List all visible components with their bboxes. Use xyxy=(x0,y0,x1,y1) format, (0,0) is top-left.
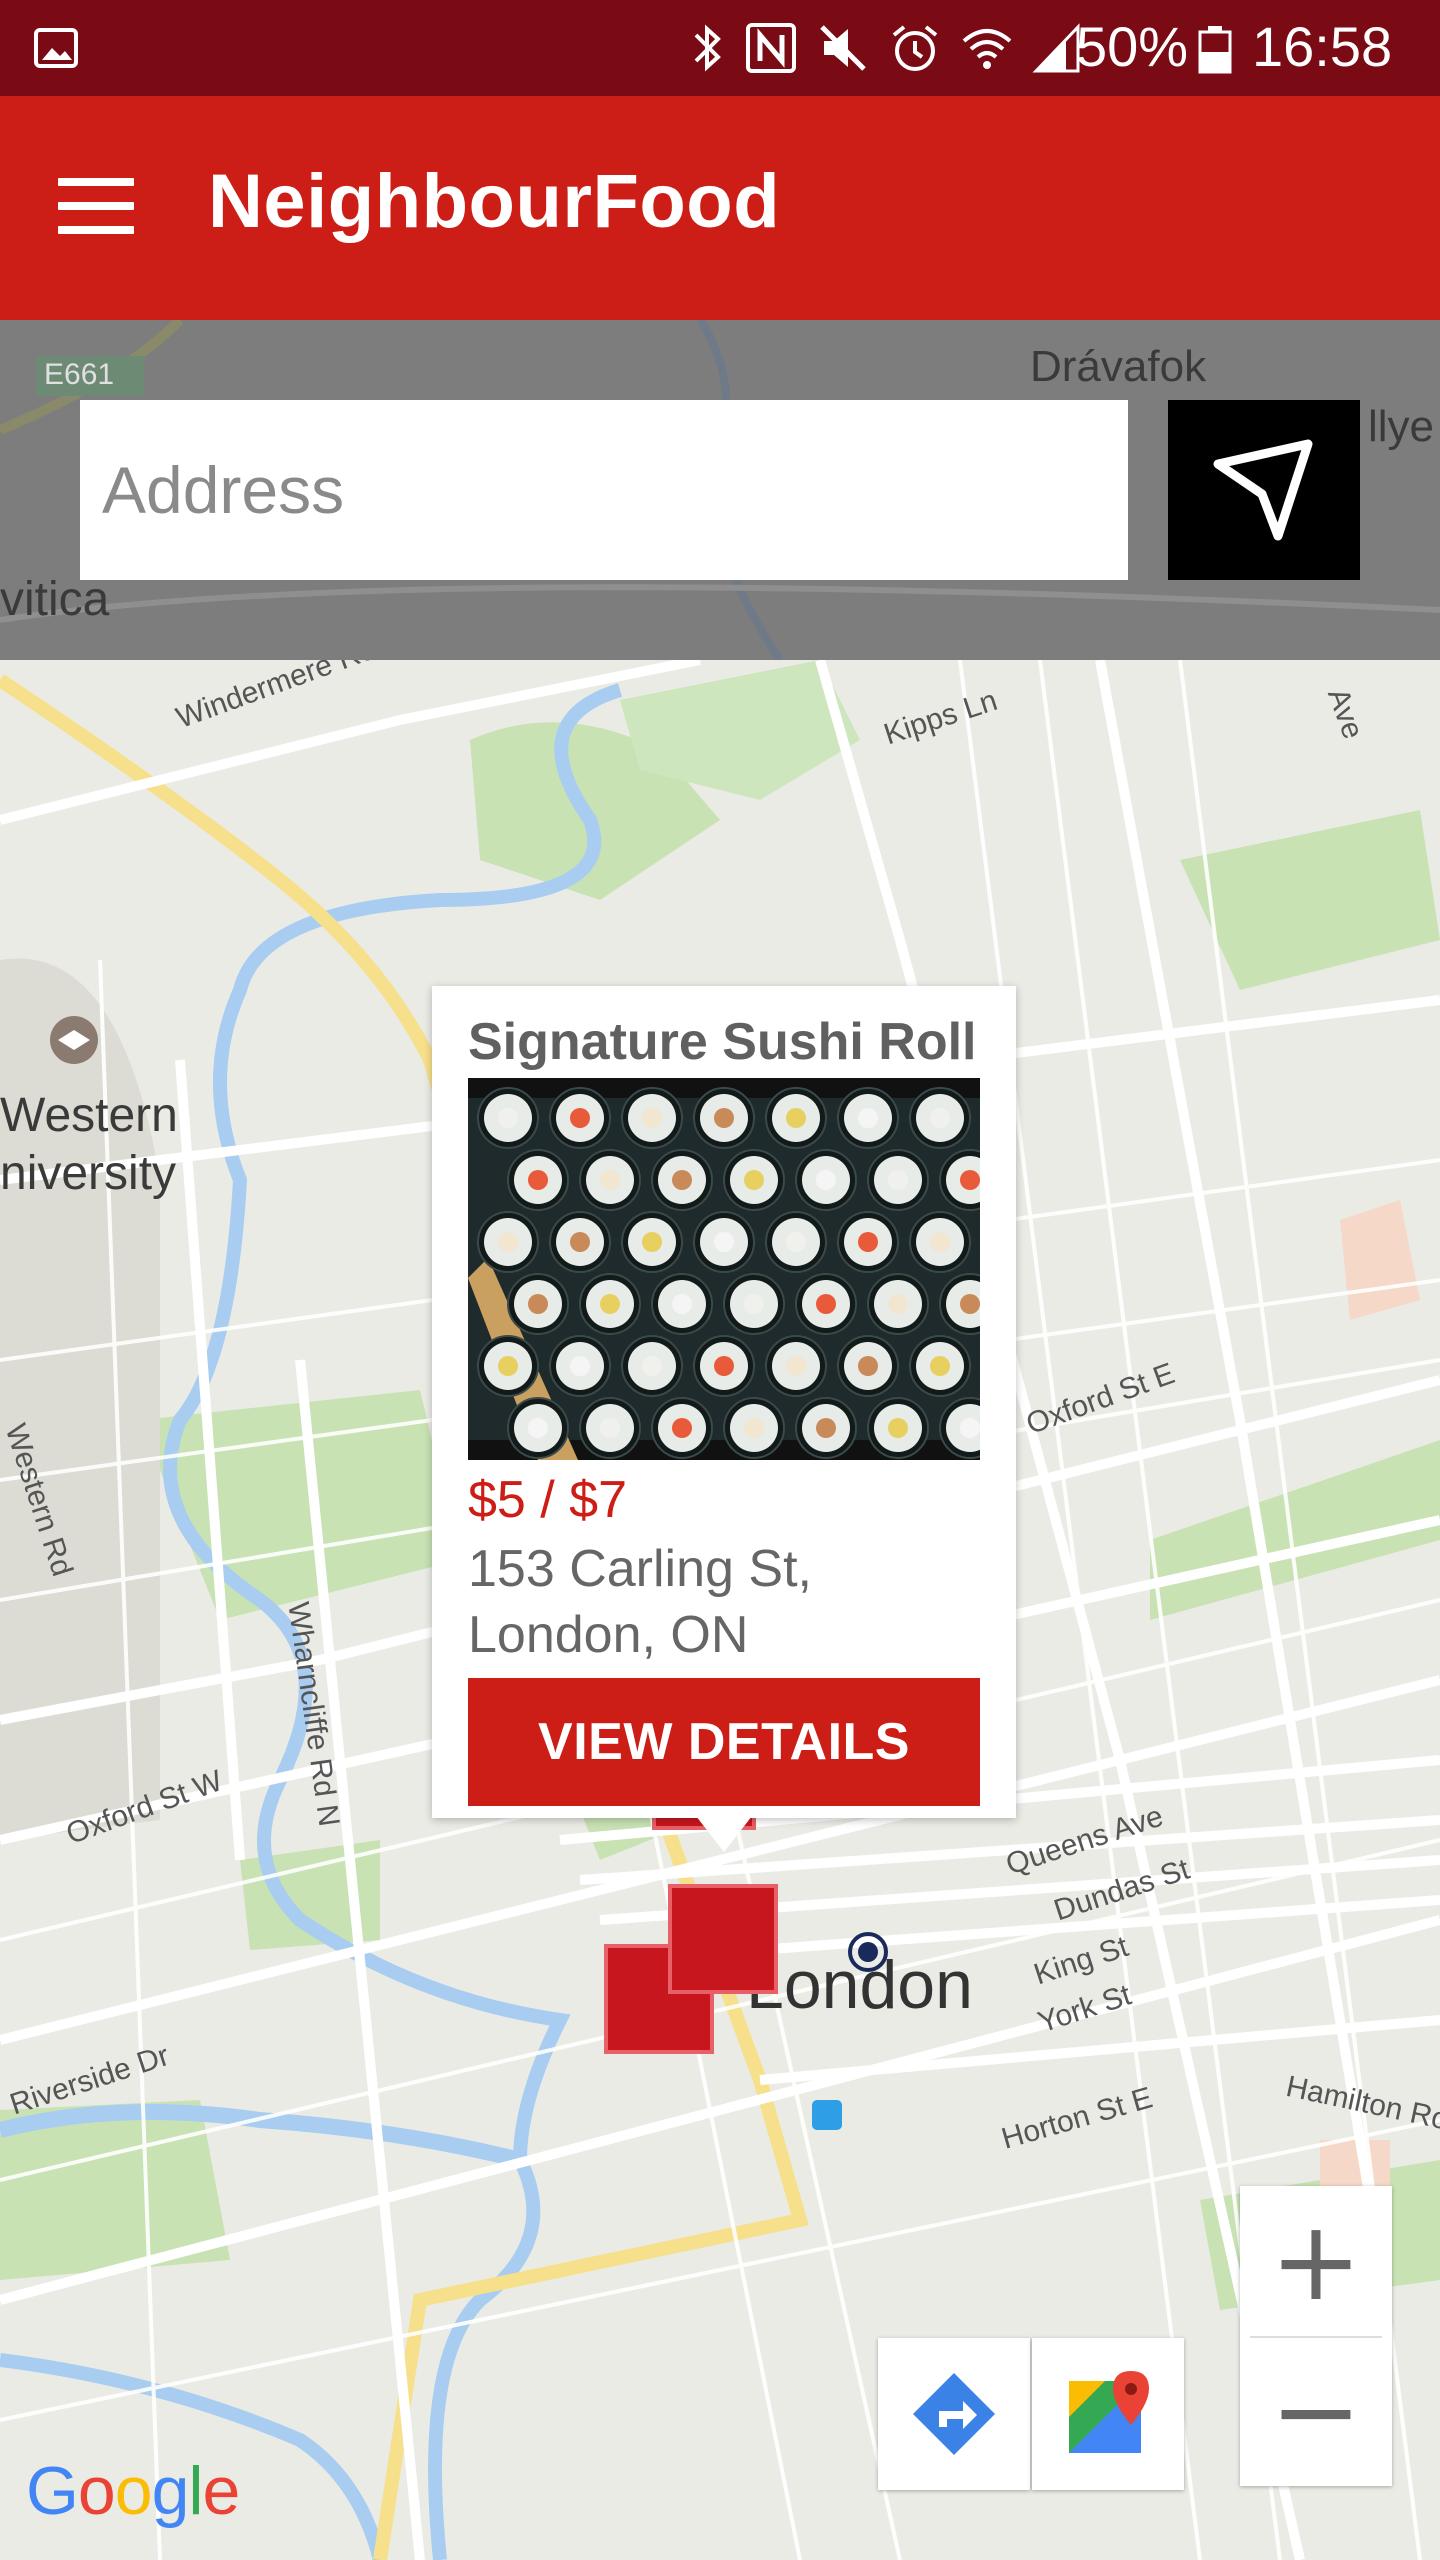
google-logo: Google xyxy=(26,2453,240,2529)
place-label: niversity xyxy=(0,1147,177,1200)
wifi-icon xyxy=(962,29,1012,69)
sushi-filling xyxy=(816,1170,836,1190)
sushi-filling xyxy=(528,1418,548,1438)
status-bar: 50% 16:58 xyxy=(0,0,1440,96)
bluetooth-icon xyxy=(694,24,721,72)
gallery-notification-icon xyxy=(34,28,78,68)
road-badge: E661 xyxy=(44,358,115,391)
food-info-popup: Signature Sushi Roll $5 / $7 153 Carling… xyxy=(432,986,1016,1818)
sushi-filling xyxy=(744,1418,764,1438)
mute-icon xyxy=(820,25,866,71)
zoom-in-button[interactable]: + xyxy=(1240,2186,1392,2336)
sushi-filling xyxy=(600,1418,620,1438)
signal-icon xyxy=(1032,23,1080,73)
sushi-image xyxy=(468,1078,980,1460)
sushi-filling xyxy=(888,1294,908,1314)
bg-place-label: llye xyxy=(1368,402,1435,451)
sushi-filling xyxy=(888,1418,908,1438)
sushi-filling xyxy=(672,1170,692,1190)
sushi-filling xyxy=(930,1232,950,1252)
popup-address: 153 Carling St, London, ON xyxy=(468,1536,988,1668)
sushi-filling xyxy=(570,1232,590,1252)
sushi-filling xyxy=(714,1108,734,1128)
sushi-filling xyxy=(888,1170,908,1190)
nfc-icon xyxy=(746,23,796,73)
sushi-filling xyxy=(498,1108,518,1128)
sushi-filling xyxy=(498,1356,518,1376)
hamburger-menu-icon[interactable] xyxy=(58,178,134,234)
sushi-filling xyxy=(816,1294,836,1314)
bg-place-label: Drávafok xyxy=(1030,342,1207,391)
sushi-filling xyxy=(600,1170,620,1190)
sushi-filling xyxy=(570,1356,590,1376)
sushi-filling xyxy=(642,1232,662,1252)
sushi-filling xyxy=(714,1232,734,1252)
directions-icon xyxy=(913,2373,995,2455)
food-marker[interactable] xyxy=(668,1884,778,1994)
sushi-filling xyxy=(786,1108,806,1128)
address-line-1: 153 Carling St, xyxy=(468,1540,812,1598)
popup-pointer xyxy=(696,1816,752,1852)
battery-percentage: 50% xyxy=(1076,15,1189,78)
sushi-filling xyxy=(786,1232,806,1252)
popup-price: $5 / $7 xyxy=(468,1471,628,1529)
status-icons xyxy=(690,18,1082,78)
sushi-filling xyxy=(672,1294,692,1314)
clock: 16:58 xyxy=(1252,15,1393,78)
sushi-filling xyxy=(786,1356,806,1376)
google-maps-icon xyxy=(1069,2371,1149,2453)
sushi-filling xyxy=(528,1170,548,1190)
battery-icon xyxy=(1198,26,1232,74)
sushi-filling xyxy=(930,1108,950,1128)
sushi-filling xyxy=(642,1108,662,1128)
sushi-filling xyxy=(498,1232,518,1252)
place-label: Western xyxy=(0,1089,178,1142)
sushi-photo xyxy=(468,1078,980,1460)
app-bar: NeighbourFood xyxy=(0,96,1440,320)
sushi-filling xyxy=(858,1108,878,1128)
sushi-filling xyxy=(960,1170,980,1190)
directions-button[interactable] xyxy=(878,2338,1030,2490)
sushi-filling xyxy=(960,1294,980,1314)
sushi-filling xyxy=(642,1356,662,1376)
sushi-filling xyxy=(858,1232,878,1252)
sushi-filling xyxy=(930,1356,950,1376)
view-details-button[interactable]: VIEW DETAILS xyxy=(468,1678,980,1806)
sushi-filling xyxy=(744,1294,764,1314)
address-search-bar: E661 Drávafok vitica llye xyxy=(0,320,1440,660)
locate-button[interactable] xyxy=(1168,400,1360,580)
sushi-filling xyxy=(858,1356,878,1376)
zoom-out-button[interactable]: − xyxy=(1240,2336,1392,2486)
sushi-filling xyxy=(714,1356,734,1376)
bg-place-label: vitica xyxy=(0,573,110,626)
sushi-filling xyxy=(600,1294,620,1314)
sushi-filling xyxy=(672,1418,692,1438)
address-input[interactable] xyxy=(80,400,1128,580)
popup-title: Signature Sushi Roll xyxy=(468,1013,977,1071)
sushi-filling xyxy=(528,1294,548,1314)
sushi-filling xyxy=(570,1108,590,1128)
app-title: NeighbourFood xyxy=(208,159,781,244)
sushi-filling xyxy=(816,1418,836,1438)
sushi-filling xyxy=(960,1418,980,1438)
open-in-maps-button[interactable] xyxy=(1032,2338,1184,2490)
navigation-arrow-icon xyxy=(1213,439,1313,541)
city-label: London xyxy=(746,1947,973,2023)
alarm-icon xyxy=(892,25,938,71)
address-line-2: London, ON xyxy=(468,1606,749,1664)
zoom-controls: + − xyxy=(1240,2186,1392,2486)
sushi-filling xyxy=(744,1170,764,1190)
